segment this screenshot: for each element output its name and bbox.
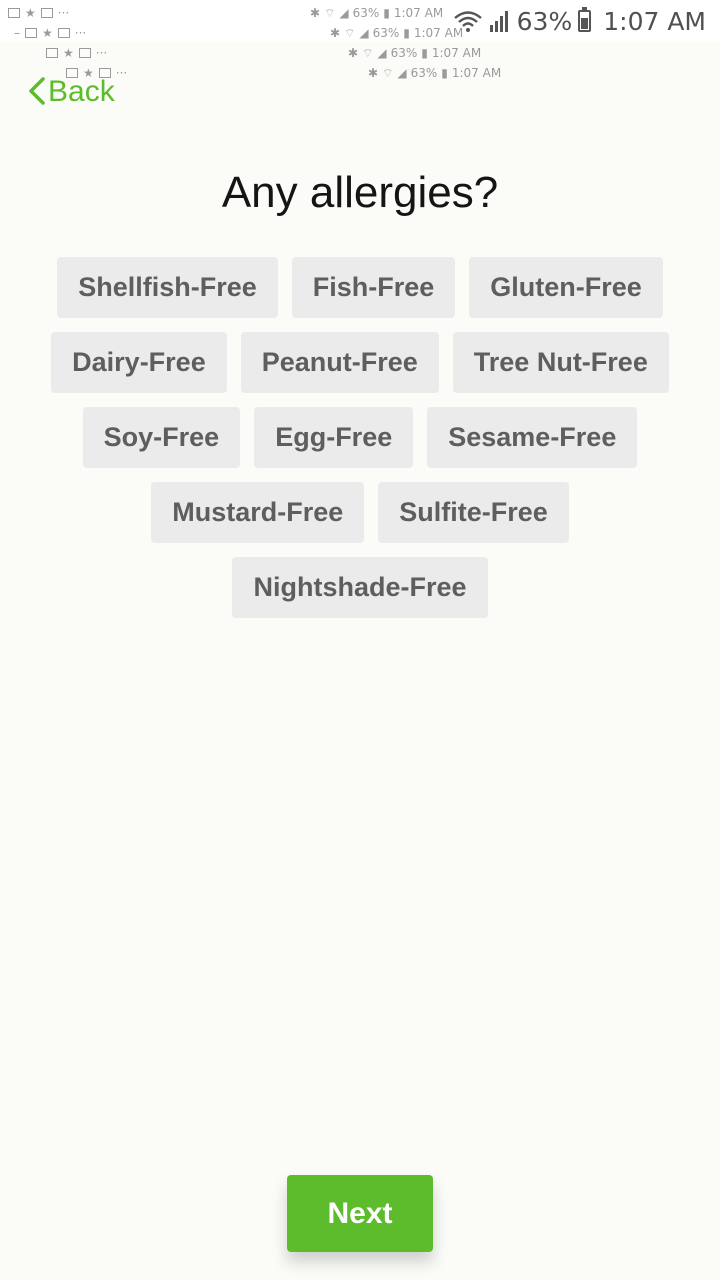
ghost-time-text: 1:07 AM (451, 66, 502, 80)
ghost-battery-text: 63% (410, 66, 438, 80)
wifi-icon: ⌔ (324, 5, 336, 20)
ghost-time-text: 1:07 AM (393, 6, 444, 20)
image-icon (8, 8, 20, 18)
chip-dairy-free[interactable]: Dairy-Free (51, 332, 227, 393)
image-icon (46, 48, 58, 58)
page-title: Any allergies? (221, 168, 499, 217)
ghost-time-text: 1:07 AM (431, 46, 482, 60)
wifi-icon: ⌔ (344, 25, 356, 40)
battery-icon: ▮ (383, 6, 390, 20)
wifi-icon: ⌔ (382, 65, 394, 80)
star-icon: ★ (42, 26, 53, 40)
bluetooth-icon: ✱ (348, 46, 359, 60)
battery-icon: ▮ (403, 26, 410, 40)
battery-icon (578, 7, 592, 32)
battery-icon: ▮ (421, 46, 428, 60)
chip-mustard-free[interactable]: Mustard-Free (151, 482, 365, 543)
chip-tree-nut-free[interactable]: Tree Nut-Free (452, 332, 669, 393)
allergy-chip-list: Shellfish-Free Fish-Free Gluten-Free Dai… (40, 257, 680, 632)
status-time: 1:07 AM (603, 6, 706, 36)
ghost-battery-text: 63% (390, 46, 418, 60)
signal-icon: ◢ (377, 46, 387, 60)
next-button[interactable]: Next (287, 1175, 433, 1252)
chip-row: Shellfish-Free Fish-Free Gluten-Free (40, 257, 680, 318)
chip-sulfite-free[interactable]: Sulfite-Free (378, 482, 569, 543)
ghost-battery-text: 63% (352, 6, 380, 20)
chip-nightshade-free[interactable]: Nightshade-Free (232, 557, 488, 618)
chip-fish-free[interactable]: Fish-Free (291, 257, 456, 318)
ghost-notification-strip: – ★ ··· ✱ ⌔ ◢ 63% ▮ 1:07 AM (14, 24, 463, 42)
image-icon (40, 8, 53, 18)
more-icon: ··· (95, 46, 108, 60)
chip-gluten-free[interactable]: Gluten-Free (469, 257, 663, 318)
bluetooth-icon: ✱ (330, 26, 341, 40)
chip-row: Soy-Free Egg-Free Sesame-Free (40, 407, 680, 468)
status-icons: 63% 1:07 AM (453, 6, 706, 36)
image-icon (78, 48, 91, 58)
back-button[interactable]: Back (28, 70, 115, 112)
chip-shellfish-free[interactable]: Shellfish-Free (57, 257, 278, 318)
wifi-icon: ⌔ (362, 45, 374, 60)
signal-icon: ◢ (339, 6, 349, 20)
star-icon: ★ (63, 46, 74, 60)
star-icon: ★ (25, 6, 36, 20)
wifi-icon (453, 11, 482, 32)
more-icon: ··· (57, 6, 70, 20)
signal-icon (489, 11, 508, 32)
more-icon: ··· (74, 26, 87, 40)
signal-icon: ◢ (397, 66, 407, 80)
chip-soy-free[interactable]: Soy-Free (82, 407, 241, 468)
bluetooth-icon: ✱ (368, 66, 379, 80)
signal-icon: ◢ (359, 26, 369, 40)
chip-row: Nightshade-Free (40, 557, 680, 618)
dash-icon: – (14, 26, 20, 40)
status-bar: ★ ··· ✱ ⌔ ◢ 63% ▮ 1:07 AM – ★ ··· ✱ ⌔ ◢ 63% ▮ 1:07 AM… (0, 0, 720, 80)
chip-row: Dairy-Free Peanut-Free Tree Nut-Free (40, 332, 680, 393)
ghost-battery-text: 63% (372, 26, 400, 40)
bluetooth-icon: ✱ (310, 6, 321, 20)
chevron-left-icon (29, 77, 45, 105)
chip-row: Mustard-Free Sulfite-Free (40, 482, 680, 543)
battery-percent: 63% (516, 6, 573, 36)
ghost-notification-strip: ★ ··· ✱ ⌔ ◢ 63% ▮ 1:07 AM (46, 44, 481, 62)
chip-sesame-free[interactable]: Sesame-Free (427, 407, 638, 468)
ghost-notification-strip: ★ ··· ✱ ⌔ ◢ 63% ▮ 1:07 AM (8, 4, 443, 22)
image-icon (25, 28, 37, 38)
chip-peanut-free[interactable]: Peanut-Free (240, 332, 439, 393)
more-icon: ··· (115, 66, 128, 80)
back-label: Back (48, 75, 115, 108)
battery-icon: ▮ (441, 66, 448, 80)
image-icon (57, 28, 70, 38)
chip-egg-free[interactable]: Egg-Free (254, 407, 414, 468)
